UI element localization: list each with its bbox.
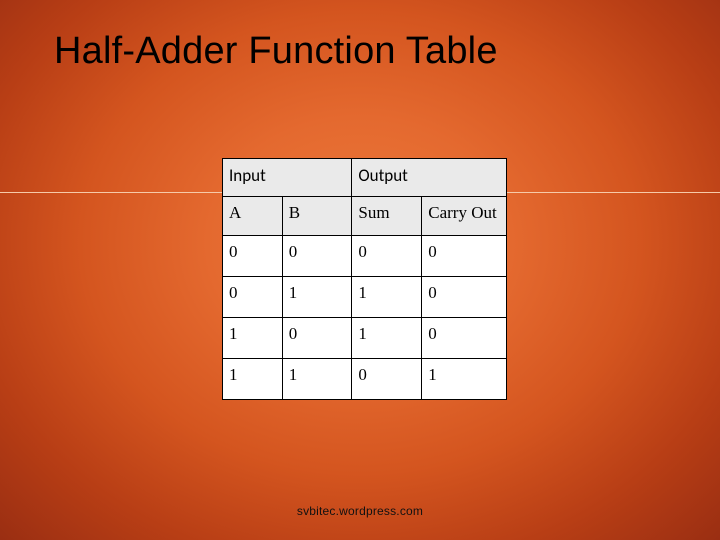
cell-b: 1	[282, 276, 352, 317]
col-header-b: B	[282, 197, 352, 236]
cell-b: 1	[282, 358, 352, 399]
cell-sum: 1	[352, 317, 422, 358]
table-row: 1 1 0 1	[223, 358, 507, 399]
group-header-row: Input Output	[223, 159, 507, 197]
cell-carry: 0	[422, 276, 507, 317]
col-header-sum: Sum	[352, 197, 422, 236]
col-header-a: A	[223, 197, 283, 236]
cell-sum: 0	[352, 358, 422, 399]
table-row: 1 0 1 0	[223, 317, 507, 358]
cell-a: 1	[223, 358, 283, 399]
column-header-row: A B Sum Carry Out	[223, 197, 507, 236]
cell-a: 0	[223, 235, 283, 276]
cell-carry: 1	[422, 358, 507, 399]
cell-b: 0	[282, 235, 352, 276]
cell-carry: 0	[422, 317, 507, 358]
cell-b: 0	[282, 317, 352, 358]
cell-sum: 1	[352, 276, 422, 317]
group-header-input: Input	[223, 159, 352, 197]
group-header-output: Output	[352, 159, 507, 197]
slide-title: Half-Adder Function Table	[54, 30, 498, 73]
cell-a: 1	[223, 317, 283, 358]
table-row: 0 1 1 0	[223, 276, 507, 317]
cell-carry: 0	[422, 235, 507, 276]
table-row: 0 0 0 0	[223, 235, 507, 276]
cell-a: 0	[223, 276, 283, 317]
footer-attribution: svbitec.wordpress.com	[0, 504, 720, 518]
col-header-carry: Carry Out	[422, 197, 507, 236]
truth-table: Input Output A B Sum Carry Out 0 0 0 0 0…	[222, 158, 507, 400]
cell-sum: 0	[352, 235, 422, 276]
